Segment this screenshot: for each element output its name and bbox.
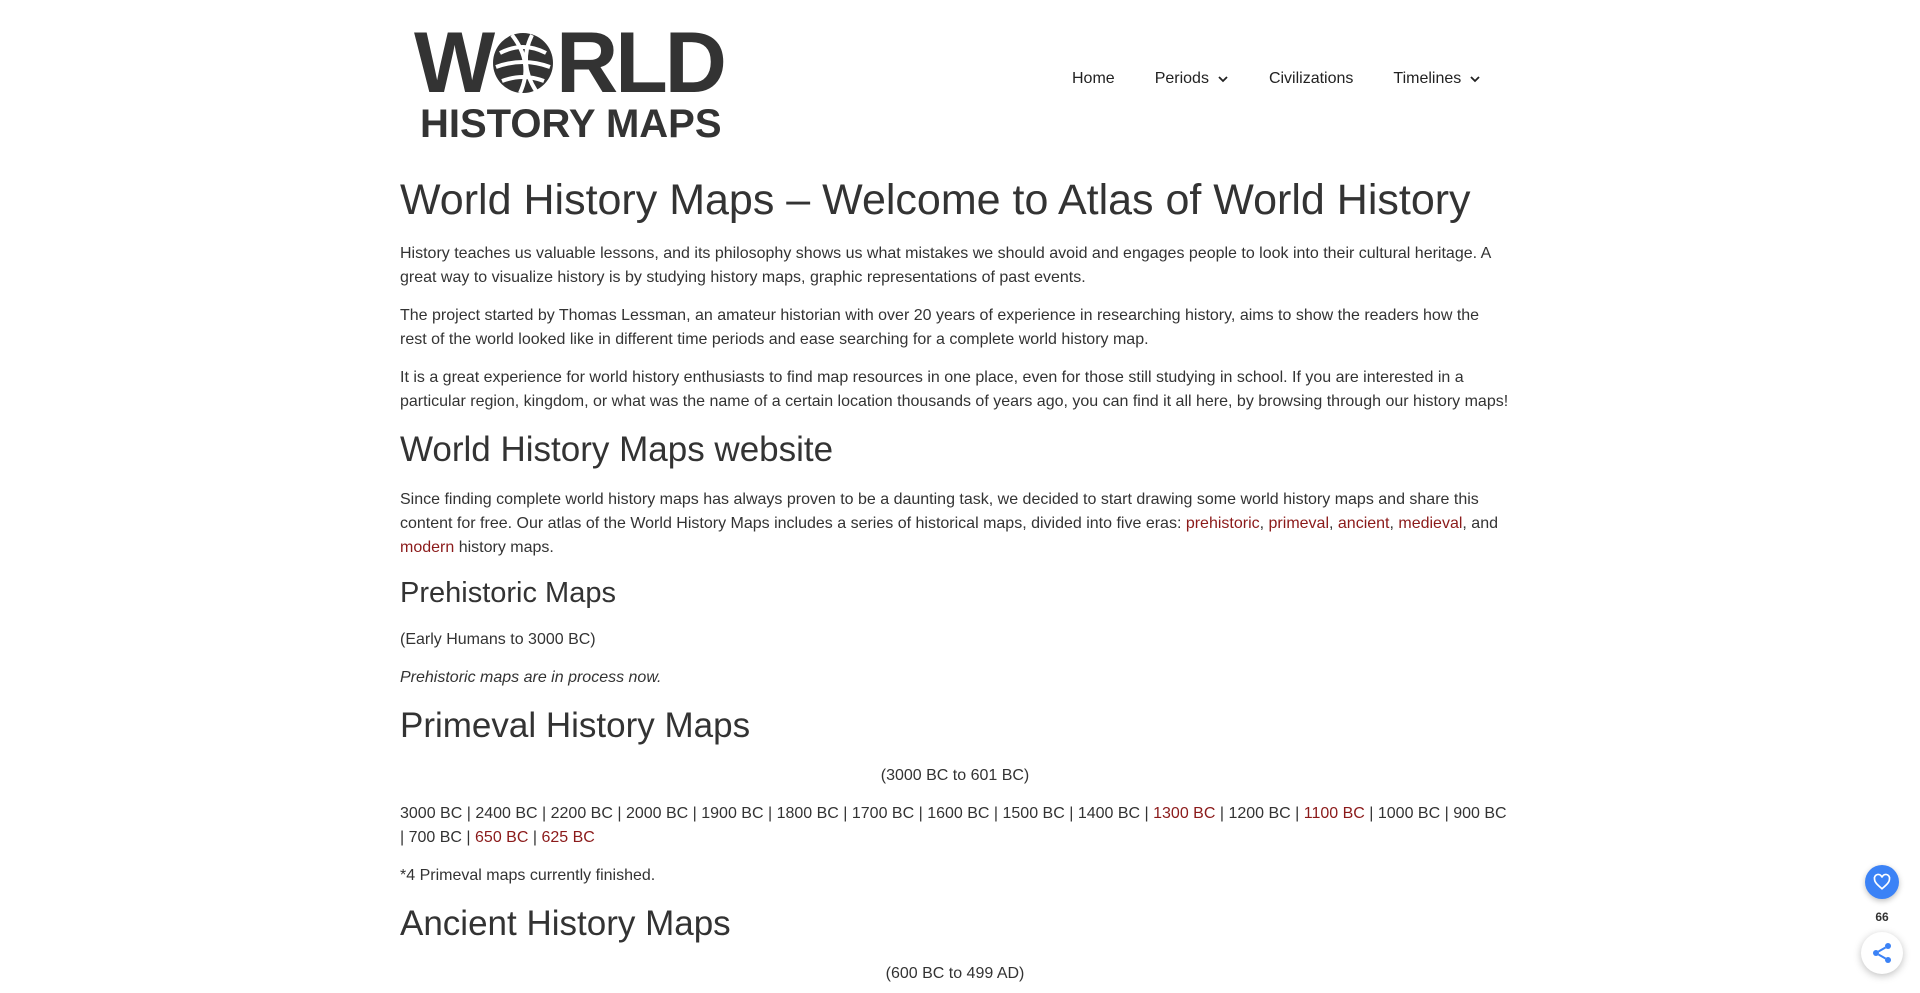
nav-civilizations[interactable]: Civilizations — [1269, 70, 1353, 88]
link-ancient[interactable]: ancient — [1338, 515, 1390, 532]
nav-home[interactable]: Home — [1072, 70, 1115, 88]
link-medieval[interactable]: medieval — [1398, 515, 1462, 532]
nav-civilizations-label: Civilizations — [1268, 70, 1354, 87]
intro-paragraph-2: The project started by Thomas Lessman, a… — [400, 307, 1480, 348]
website-paragraph: Since finding complete world history map… — [400, 488, 1510, 560]
intro-paragraph-1: History teaches us valuable lessons, and… — [400, 245, 1491, 286]
share-icon — [1873, 943, 1891, 963]
nav-timelines-label: Timelines — [1393, 70, 1462, 87]
ancient-heading: Ancient History Maps — [400, 904, 731, 943]
primeval-range: (3000 BC to 601 BC) — [880, 767, 1030, 784]
years-text: 3000 BC | 2400 BC | 2200 BC | 2000 BC | … — [400, 805, 1154, 822]
website-text-tail: history maps. — [454, 539, 554, 556]
link-modern[interactable]: modern — [400, 539, 454, 556]
chevron-down-icon — [1218, 76, 1228, 83]
logo-letter-w: W — [414, 15, 495, 111]
logo-word-world: W RLD — [414, 15, 727, 111]
link-625-bc[interactable]: 625 BC — [541, 829, 594, 846]
years-text: | 1200 BC | — [1215, 805, 1304, 822]
primeval-years: 3000 BC | 2400 BC | 2200 BC | 2000 BC | … — [400, 802, 1510, 850]
nav-timelines[interactable]: Timelines — [1393, 70, 1481, 88]
intro-paragraph-3: It is a great experience for world histo… — [400, 369, 1509, 410]
site-header: W RLD HISTORY MAPS Home Periods Civiliza… — [0, 0, 1920, 150]
logo-letters-rld: RLD — [556, 15, 727, 111]
favorite-button[interactable] — [1865, 865, 1899, 899]
link-1300-bc[interactable]: 1300 BC — [1153, 805, 1215, 822]
primeval-note: *4 Primeval maps currently finished. — [400, 867, 656, 884]
nav-periods-label: Periods — [1154, 70, 1209, 87]
logo-word-history-maps: HISTORY MAPS — [420, 102, 722, 146]
nav-periods[interactable]: Periods — [1155, 70, 1229, 88]
main-nav: Home Periods Civilizations Timelines — [1072, 66, 1481, 92]
website-heading: World History Maps website — [400, 430, 834, 469]
link-650-bc[interactable]: 650 BC — [475, 829, 528, 846]
sep: , and — [1462, 515, 1498, 532]
link-primeval[interactable]: primeval — [1269, 515, 1329, 532]
prehistoric-note: Prehistoric maps are in process now. — [400, 669, 662, 686]
nav-home-label: Home — [1072, 70, 1115, 87]
page-title: World History Maps – Welcome to Atlas of… — [400, 176, 1471, 224]
prehistoric-range: (Early Humans to 3000 BC) — [400, 631, 596, 648]
share-count: 66 — [1875, 910, 1889, 924]
prehistoric-heading: Prehistoric Maps — [400, 577, 616, 609]
link-1100-bc[interactable]: 1100 BC — [1304, 805, 1365, 822]
sep: | — [528, 829, 542, 846]
share-button[interactable] — [1861, 932, 1903, 974]
primeval-heading: Primeval History Maps — [400, 706, 751, 745]
globe-icon — [493, 33, 554, 94]
chevron-down-icon — [1470, 76, 1480, 83]
ancient-range: (600 BC to 499 AD) — [885, 965, 1025, 982]
link-prehistoric[interactable]: prehistoric — [1186, 515, 1260, 532]
sep: , — [1259, 515, 1269, 532]
main-content: World History Maps – Welcome to Atlas of… — [400, 170, 1510, 993]
site-logo[interactable]: W RLD HISTORY MAPS — [414, 15, 727, 146]
heart-icon — [1873, 873, 1891, 890]
sep: , — [1329, 515, 1338, 532]
